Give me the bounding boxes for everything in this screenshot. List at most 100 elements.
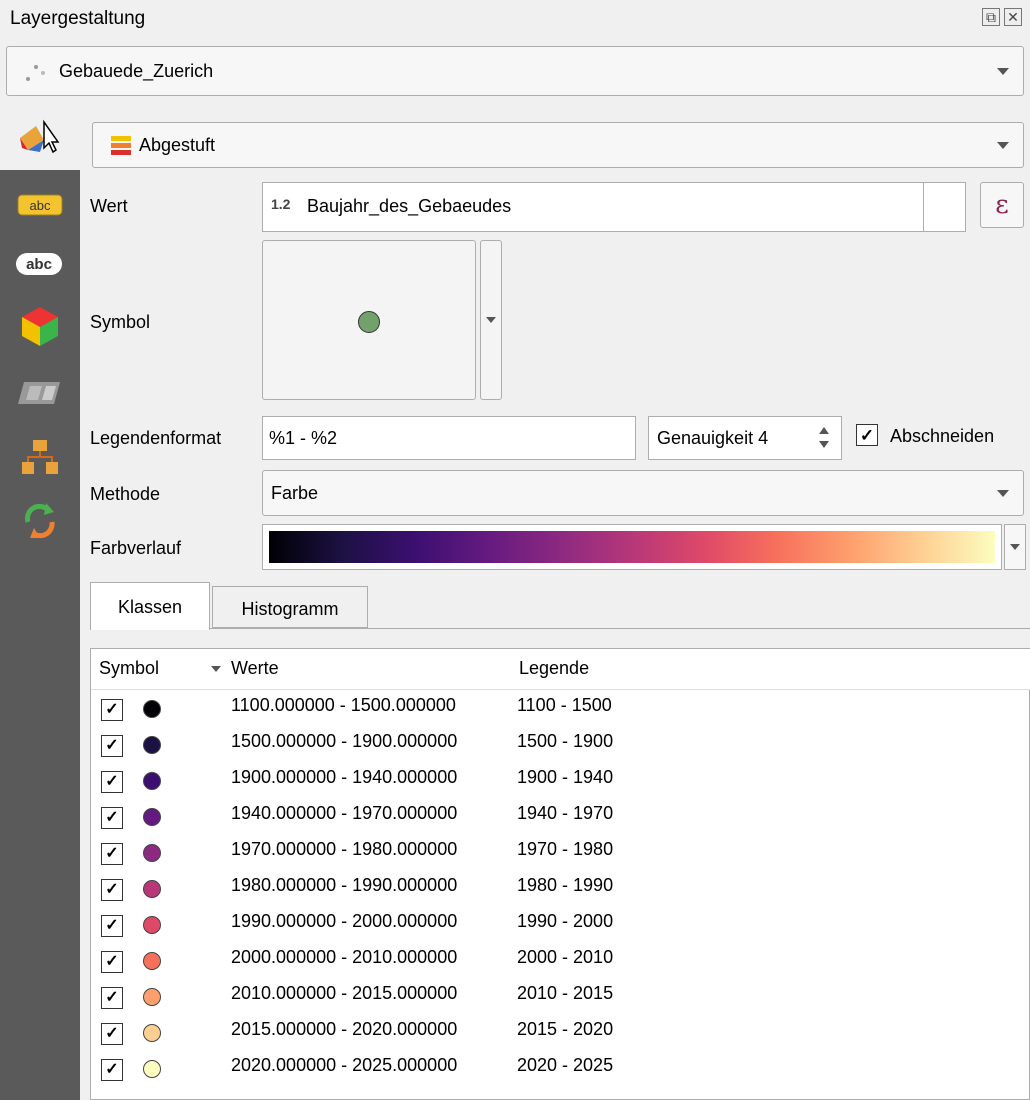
expression-button[interactable]: ε <box>980 182 1024 228</box>
row-werte[interactable]: 2015.000000 - 2020.000000 <box>231 1019 457 1040</box>
title-bar: Layergestaltung ⧉ ✕ <box>0 0 1030 40</box>
legend-format-input[interactable] <box>262 416 636 460</box>
row-werte[interactable]: 1100.000000 - 1500.000000 <box>231 695 456 716</box>
table-row[interactable]: ✓ 1970.000000 - 1980.000000 1970 - 1980 <box>91 835 1030 871</box>
row-legende[interactable]: 2015 - 2020 <box>517 1019 613 1040</box>
row-legende[interactable]: 2000 - 2010 <box>517 947 613 968</box>
row-werte[interactable]: 2010.000000 - 2015.000000 <box>231 983 457 1004</box>
table-row[interactable]: ✓ 1500.000000 - 1900.000000 1500 - 1900 <box>91 727 1030 763</box>
row-werte[interactable]: 2020.000000 - 2025.000000 <box>231 1055 457 1076</box>
row-werte[interactable]: 1900.000000 - 1940.000000 <box>231 767 457 788</box>
3d-view-icon[interactable] <box>18 304 62 348</box>
header-symbol[interactable]: Symbol <box>91 649 232 690</box>
color-ramp-button[interactable] <box>262 524 1002 570</box>
spin-up-icon[interactable] <box>819 427 829 434</box>
table-row[interactable]: ✓ 1900.000000 - 1940.000000 1900 - 1940 <box>91 763 1030 799</box>
row-symbol[interactable] <box>143 844 161 862</box>
table-row[interactable]: ✓ 2000.000000 - 2010.000000 2000 - 2010 <box>91 943 1030 979</box>
attribute-form-icon[interactable] <box>20 438 60 478</box>
chevron-down-icon <box>1010 544 1020 550</box>
row-checkbox[interactable]: ✓ <box>101 1059 123 1081</box>
row-checkbox[interactable]: ✓ <box>101 1023 123 1045</box>
table-row[interactable]: ✓ 2015.000000 - 2020.000000 2015 - 2020 <box>91 1015 1030 1051</box>
row-werte[interactable]: 2000.000000 - 2010.000000 <box>231 947 457 968</box>
table-row[interactable]: ✓ 1940.000000 - 1970.000000 1940 - 1970 <box>91 799 1030 835</box>
row-checkbox[interactable]: ✓ <box>101 879 123 901</box>
row-checkbox[interactable]: ✓ <box>101 987 123 1009</box>
row-symbol[interactable] <box>143 736 161 754</box>
renderer-select[interactable]: Abgestuft <box>92 122 1024 168</box>
table-row[interactable]: ✓ 1990.000000 - 2000.000000 1990 - 2000 <box>91 907 1030 943</box>
table-row[interactable]: ✓ 2010.000000 - 2015.000000 2010 - 2015 <box>91 979 1030 1015</box>
row-symbol[interactable] <box>143 1060 161 1078</box>
header-legende[interactable]: Legende <box>511 649 1030 690</box>
legendenformat-label: Legendenformat <box>90 428 222 448</box>
chevron-down-icon <box>997 68 1009 75</box>
graduated-icon <box>111 136 131 155</box>
table-row[interactable]: ✓ 1980.000000 - 1990.000000 1980 - 1990 <box>91 871 1030 907</box>
row-symbol[interactable] <box>143 1024 161 1042</box>
row-symbol[interactable] <box>143 772 161 790</box>
row-symbol[interactable] <box>143 880 161 898</box>
row-legende[interactable]: 1940 - 1970 <box>517 803 613 824</box>
row-legende[interactable]: 1970 - 1980 <box>517 839 613 860</box>
chevron-down-icon <box>486 317 496 323</box>
row-symbol[interactable] <box>143 988 161 1006</box>
row-checkbox[interactable]: ✓ <box>101 735 123 757</box>
tab-klassen[interactable]: Klassen <box>90 582 210 630</box>
row-werte[interactable]: 1970.000000 - 1980.000000 <box>231 839 457 860</box>
row-checkbox[interactable]: ✓ <box>101 807 123 829</box>
sidebar-top <box>0 102 80 170</box>
renderer-label: Abgestuft <box>139 135 216 155</box>
color-ramp-menu-button[interactable] <box>1004 524 1026 570</box>
row-werte[interactable]: 1940.000000 - 1970.000000 <box>231 803 457 824</box>
row-werte[interactable]: 1500.000000 - 1900.000000 <box>231 731 457 752</box>
header-werte[interactable]: Werte <box>223 649 520 690</box>
row-checkbox[interactable]: ✓ <box>101 915 123 937</box>
field-select[interactable]: 1.2 Baujahr_des_Gebaeudes <box>262 182 966 232</box>
tab-histogramm[interactable]: Histogramm <box>212 586 368 628</box>
layer-select[interactable]: Gebauede_Zuerich <box>6 46 1024 96</box>
float-icon[interactable]: ⧉ <box>982 8 1000 26</box>
trim-checkbox[interactable]: ✓ <box>856 424 878 446</box>
diagram-icon[interactable] <box>16 378 64 408</box>
symbol-button[interactable] <box>262 240 476 400</box>
point-layer-icon <box>26 65 45 81</box>
history-icon[interactable] <box>20 500 60 540</box>
close-icon[interactable]: ✕ <box>1004 8 1022 26</box>
svg-text:abc: abc <box>26 256 52 273</box>
row-symbol[interactable] <box>143 916 161 934</box>
row-legende[interactable]: 2020 - 2025 <box>517 1055 613 1076</box>
row-symbol[interactable] <box>143 952 161 970</box>
row-legende[interactable]: 1990 - 2000 <box>517 911 613 932</box>
masks-icon[interactable]: abc <box>14 250 64 278</box>
row-checkbox[interactable]: ✓ <box>101 951 123 973</box>
symbology-icon[interactable] <box>18 118 62 154</box>
row-legende[interactable]: 1900 - 1940 <box>517 767 613 788</box>
row-checkbox[interactable]: ✓ <box>101 843 123 865</box>
row-symbol[interactable] <box>143 808 161 826</box>
row-checkbox[interactable]: ✓ <box>101 771 123 793</box>
row-werte[interactable]: 1990.000000 - 2000.000000 <box>231 911 457 932</box>
spin-down-icon[interactable] <box>819 441 829 448</box>
row-legende[interactable]: 1500 - 1900 <box>517 731 613 752</box>
chevron-down-icon <box>997 490 1009 497</box>
row-legende[interactable]: 2010 - 2015 <box>517 983 613 1004</box>
row-werte[interactable]: 1980.000000 - 1990.000000 <box>231 875 457 896</box>
methode-label: Methode <box>90 484 161 504</box>
trim-label: Abschneiden <box>890 426 995 446</box>
row-legende[interactable]: 1980 - 1990 <box>517 875 613 896</box>
tab-bar-line <box>90 628 1030 629</box>
symbol-menu-button[interactable] <box>480 240 502 400</box>
row-checkbox[interactable]: ✓ <box>101 699 123 721</box>
row-legende[interactable]: 1100 - 1500 <box>517 695 612 716</box>
symbol-label: Symbol <box>90 312 151 332</box>
row-symbol[interactable] <box>143 700 161 718</box>
table-row[interactable]: ✓ 2020.000000 - 2025.000000 2020 - 2025 <box>91 1051 1030 1087</box>
table-row[interactable]: ✓ 1100.000000 - 1500.000000 1100 - 1500 <box>91 691 1030 727</box>
symbol-preview <box>358 311 380 333</box>
wert-label: Wert <box>90 196 128 216</box>
method-select[interactable]: Farbe <box>262 470 1024 516</box>
precision-spinbox[interactable]: Genauigkeit 4 <box>648 416 842 460</box>
labels-icon[interactable]: abc <box>16 192 64 218</box>
